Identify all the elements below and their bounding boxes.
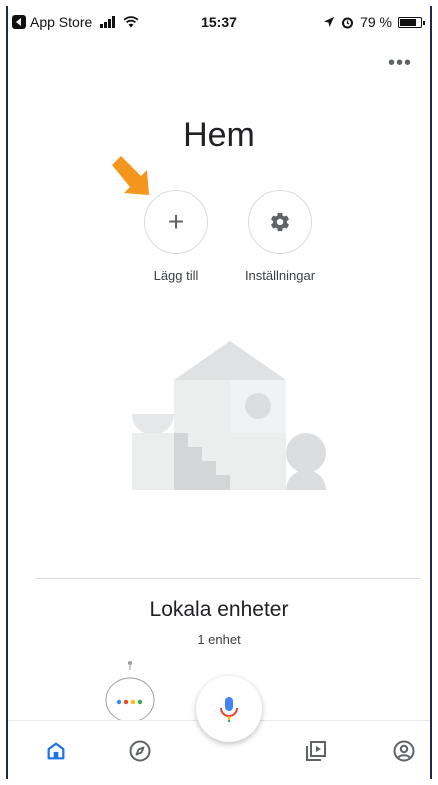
nav-home[interactable] (42, 737, 70, 765)
section-divider (36, 578, 420, 579)
google-home-device[interactable] (104, 660, 156, 720)
status-right: 79 % (323, 14, 425, 30)
add-action[interactable]: + Lägg till (126, 190, 226, 283)
status-time: 15:37 (201, 14, 237, 30)
status-bar: App Store 15:37 79 % (8, 8, 430, 36)
account-icon (393, 740, 415, 762)
settings-label: Inställningar (244, 268, 316, 283)
wifi-icon (123, 16, 139, 28)
media-icon (306, 741, 326, 761)
nav-account[interactable] (390, 737, 418, 765)
battery-icon (398, 16, 425, 28)
settings-button[interactable] (248, 190, 312, 254)
page-title: Hem (183, 116, 255, 154)
microphone-icon (220, 697, 238, 722)
back-app-label[interactable]: App Store (30, 14, 92, 30)
more-options-button[interactable]: ••• (388, 53, 412, 73)
compass-icon (129, 740, 151, 762)
local-devices-count: 1 enhet (197, 632, 241, 647)
nav-media[interactable] (302, 737, 330, 765)
nav-discover[interactable] (126, 737, 154, 765)
add-label: Lägg till (153, 268, 199, 283)
battery-percent: 79 % (360, 14, 392, 30)
back-arrow-icon[interactable] (12, 15, 26, 29)
cellular-signal-icon (100, 16, 116, 28)
plus-icon: + (167, 206, 185, 237)
gear-icon (271, 212, 289, 232)
add-button[interactable]: + (144, 190, 208, 254)
home-illustration (132, 341, 326, 490)
status-left: App Store (8, 14, 139, 30)
alarm-icon (342, 17, 354, 28)
mic-button[interactable] (196, 676, 262, 742)
local-devices-title: Lokala enheter (149, 598, 289, 621)
home-icon (47, 742, 65, 760)
settings-action[interactable]: Inställningar (230, 190, 330, 283)
location-arrow-icon (324, 17, 335, 27)
